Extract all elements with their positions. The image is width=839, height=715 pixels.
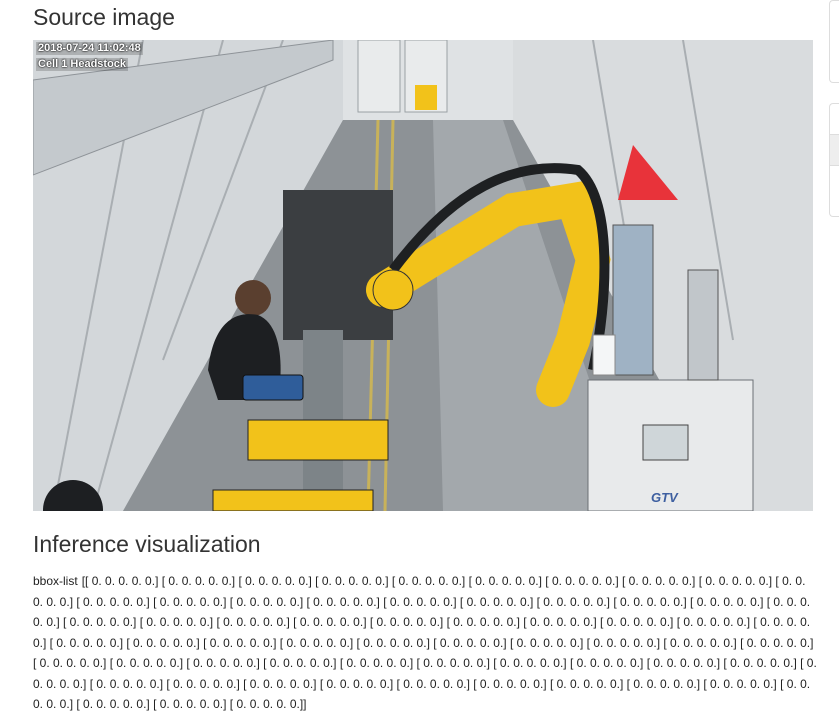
bbox-list-label: bbox-list <box>33 574 78 588</box>
factory-cell-scene <box>33 40 813 511</box>
back-door-left <box>357 40 401 113</box>
person-head <box>235 280 271 316</box>
bbox-list-output: bbox-list[[ 0. 0. 0. 0. 0.] [ 0. 0. 0. 0… <box>33 571 818 715</box>
machine-brand-text: GTV <box>651 490 678 505</box>
source-image-heading: Source image <box>33 4 175 30</box>
lathe-headstock <box>283 190 393 340</box>
gas-cylinder-right <box>687 269 719 381</box>
bbox-list-value: [[ 0. 0. 0. 0. 0.] [ 0. 0. 0. 0. 0.] [ 0… <box>33 574 817 711</box>
yellow-fixture <box>247 419 389 461</box>
inference-heading: Inference visualization <box>33 531 261 557</box>
distant-robot <box>415 85 437 110</box>
side-panel-edge-top <box>829 0 839 83</box>
source-image: 2018-07-24 11:02:48 Cell 1 Headstock GTV <box>33 40 813 511</box>
side-panel-edge-middle <box>829 103 839 217</box>
camera-timestamp: 2018-07-24 11:02:48 <box>36 42 143 55</box>
bottle <box>592 334 616 376</box>
side-panel-tab[interactable] <box>830 134 839 166</box>
camera-label: Cell 1 Headstock <box>36 58 129 71</box>
gas-cylinder-left <box>612 224 654 376</box>
teach-pendant <box>242 374 304 401</box>
